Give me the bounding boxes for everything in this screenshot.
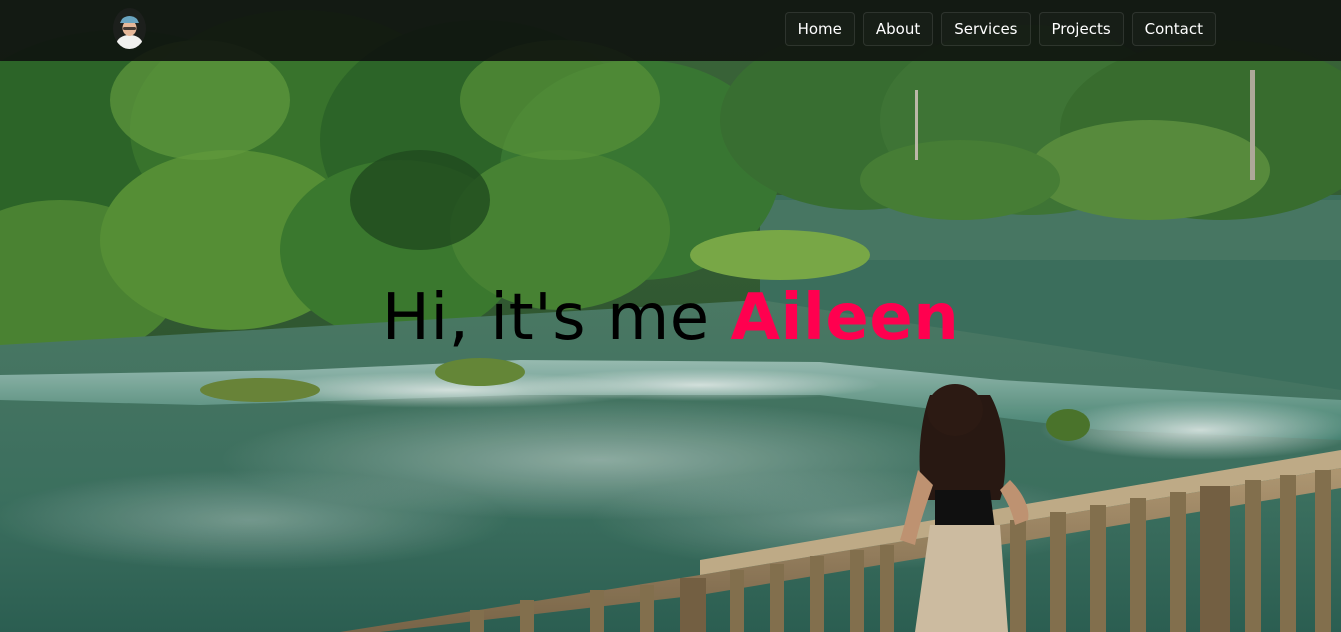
hero-greeting: Hi, it's me [381,281,710,355]
nav-link-home[interactable]: Home [784,12,855,46]
profile-avatar-logo[interactable] [113,8,146,49]
nav-link-projects[interactable]: Projects [1038,12,1124,46]
hero-name: Aileen [730,281,960,355]
main-navigation: Home About Services Projects Contact [784,12,1216,46]
avatar-icon [113,8,146,49]
hero-heading: Hi, it's me Aileen [0,278,1341,358]
page: Home About Services Projects Contact Hi,… [0,0,1341,632]
nav-link-contact[interactable]: Contact [1131,12,1216,46]
nav-link-about[interactable]: About [862,12,934,46]
top-nav-bar: Home About Services Projects Contact [0,0,1341,61]
nav-link-services[interactable]: Services [941,12,1031,46]
